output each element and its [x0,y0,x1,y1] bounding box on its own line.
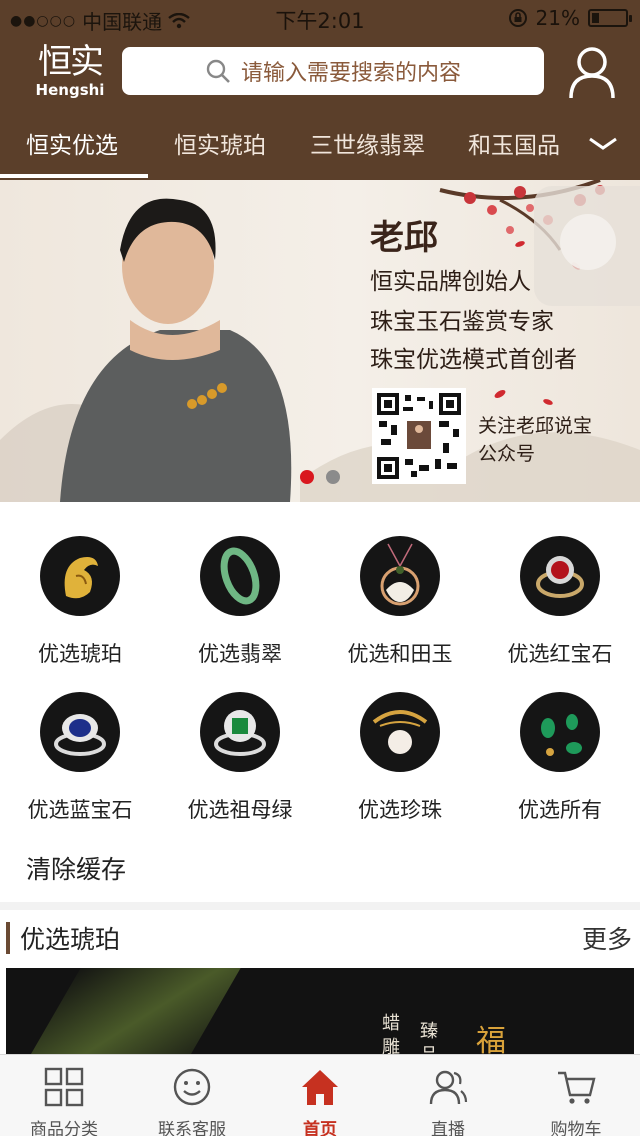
status-right: 21% [508,6,632,30]
battery-fill [592,13,599,23]
battery-percent: 21% [535,6,580,30]
category-emerald[interactable]: 优选祖母绿 [160,692,320,824]
promo-text-2: 臻品 [420,1021,438,1058]
floating-round-button[interactable] [534,186,640,306]
category-label: 优选珍珠 [358,798,442,822]
rotation-lock-icon [508,9,527,27]
nav-customer-service[interactable]: 联系客服 [128,1055,256,1136]
logo-english: Hengshi [35,81,105,99]
search-icon [206,59,230,83]
category-amber[interactable]: 优选琥珀 [0,536,160,668]
promo-text-3: 福 [476,1024,506,1058]
qr-code-icon [377,393,461,479]
app-header: 恒实 Hengshi 请输入需要搜索的内容 [0,34,640,114]
promo-banner[interactable]: 蜡雕 臻品 福 [6,968,634,1058]
pearl-ring-icon [360,692,440,772]
category-tabs: 恒实优选 恒实琥珀 三世缘翡翠 和玉国品 [0,114,640,180]
tab-sanshiyuan-jade[interactable]: 三世缘翡翠 [310,126,425,160]
category-jade[interactable]: 优选翡翠 [160,536,320,668]
clear-cache-button[interactable]: 清除缓存 [26,850,126,886]
category-ruby[interactable]: 优选红宝石 [480,536,640,668]
carousel-dot-active[interactable] [300,470,314,484]
banner-line-3: 珠宝优选模式首创者 [370,347,577,373]
nav-cart[interactable]: 购物车 [512,1055,640,1136]
tab-hengshi-youxuan[interactable]: 恒实优选 [26,126,118,160]
category-label: 优选翡翠 [198,642,282,666]
section-title: 优选琥珀 [20,925,121,954]
sapphire-ring-icon [40,692,120,772]
smiley-icon [173,1068,211,1106]
amber-icon [40,536,120,616]
nav-label: 商品分类 [30,1120,98,1136]
banner-line-1: 恒实品牌创始人 [370,269,531,295]
section-accent-bar [6,922,10,954]
qr-code [372,388,466,484]
jade-earrings-icon [520,692,600,772]
ruby-ring-icon [520,536,600,616]
banner-name: 老邱 [370,218,438,258]
search-placeholder: 请输入需要搜索的内容 [240,61,461,86]
logo-chinese: 恒实 [38,42,104,82]
qr-caption-line-2: 公众号 [478,443,536,465]
people-icon [429,1070,468,1105]
hero-banner[interactable]: 老邱 恒实品牌创始人 珠宝玉石鉴赏专家 珠宝优选模式首创者 关注老邱说宝 公众号 [0,180,640,502]
category-label: 优选所有 [518,798,602,822]
carousel-dot[interactable] [326,470,340,484]
qr-caption: 关注老邱说宝 公众号 [478,412,592,468]
category-all[interactable]: 优选所有 [480,692,640,824]
category-label: 优选蓝宝石 [27,798,133,822]
floating-button-inner [560,214,616,270]
tab-heyu-guopin[interactable]: 和玉国品 [468,126,560,160]
home-icon [302,1070,338,1105]
user-icon[interactable] [568,44,616,100]
cart-icon [558,1071,596,1104]
nav-label: 直播 [431,1120,465,1136]
emerald-ring-icon [200,692,280,772]
nav-categories[interactable]: 商品分类 [0,1055,128,1136]
promo-text-1: 蜡雕 [382,1013,400,1058]
category-label: 优选红宝石 [507,642,613,666]
category-label: 优选琥珀 [38,642,122,666]
hetian-jade-pendant-icon [360,536,440,616]
tab-hengshi-amber[interactable]: 恒实琥珀 [174,126,266,160]
active-tab-indicator [0,174,148,178]
grid-icon [44,1067,84,1107]
nav-label: 首页 [303,1120,337,1136]
category-grid: 优选琥珀 优选翡翠 优选和田玉 优选红宝石 优选蓝宝石 优选祖母绿 优选珍珠 优… [0,502,640,832]
section-divider [0,902,640,910]
banner-line-2: 珠宝玉石鉴赏专家 [370,309,554,335]
nav-label: 联系客服 [158,1120,226,1136]
nav-live[interactable]: 直播 [384,1055,512,1136]
nav-home[interactable]: 首页 [256,1055,384,1136]
search-input[interactable]: 请输入需要搜索的内容 [122,47,544,95]
bottom-navigation: 商品分类 联系客服 首页 直播 购物车 [0,1054,640,1136]
jade-bangle-icon [200,536,280,616]
chevron-down-icon[interactable] [586,134,620,154]
category-hetian-jade[interactable]: 优选和田玉 [320,536,480,668]
category-label: 优选和田玉 [347,642,453,666]
category-label: 优选祖母绿 [187,798,293,822]
section-more-link[interactable]: 更多 [582,920,632,956]
nav-label: 购物车 [550,1120,602,1136]
status-bar: ●●○○○ 中国联通 下午2:01 21% [0,0,640,34]
category-sapphire[interactable]: 优选蓝宝石 [0,692,160,824]
battery-icon [588,9,632,27]
brand-logo[interactable]: 恒实 Hengshi [30,42,110,102]
qr-caption-line-1: 关注老邱说宝 [478,415,593,437]
category-pearl[interactable]: 优选珍珠 [320,692,480,824]
promo-light-streak [6,968,247,1058]
